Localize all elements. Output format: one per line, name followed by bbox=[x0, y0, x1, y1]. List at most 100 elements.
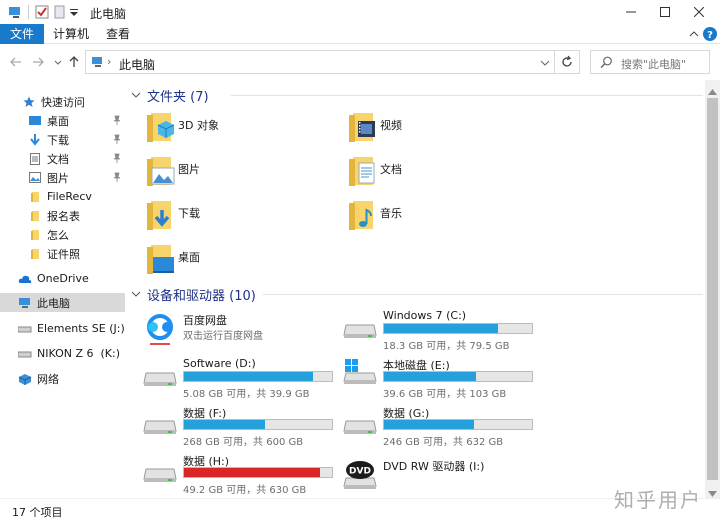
divider bbox=[263, 294, 703, 295]
folder-name: 桌面 bbox=[178, 251, 200, 264]
up-button[interactable] bbox=[66, 54, 82, 70]
sidebar-item-quick-access[interactable]: 快速访问 bbox=[0, 92, 125, 111]
sidebar-item-desktop[interactable]: 桌面 bbox=[0, 111, 125, 130]
folder-item-videos[interactable]: 视频 bbox=[347, 111, 547, 151]
breadcrumb[interactable]: 此电脑 bbox=[119, 56, 155, 73]
drive-item-e[interactable]: 本地磁盘 (E:) 39.6 GB 可用，共 103 GB bbox=[343, 357, 543, 401]
drive-item-c[interactable]: Windows 7 (C:) 18.3 GB 可用，共 79.5 GB bbox=[343, 309, 543, 353]
folder-item-downloads[interactable]: 下载 bbox=[145, 199, 345, 239]
drive-name: DVD RW 驱动器 (I:) bbox=[383, 460, 485, 473]
downloads-folder-icon bbox=[147, 201, 171, 230]
sidebar-label: Elements SE (J:) bbox=[37, 322, 125, 335]
sidebar-item-pictures[interactable]: 图片 bbox=[0, 168, 125, 187]
sidebar-label: 快速访问 bbox=[41, 95, 85, 109]
folder-item-3d-objects[interactable]: 3D 对象 bbox=[145, 111, 345, 151]
recent-locations-button[interactable] bbox=[50, 54, 66, 70]
pin-icon[interactable] bbox=[113, 153, 121, 166]
sidebar-item-downloads[interactable]: 下载 bbox=[0, 130, 125, 149]
devices-group-header[interactable]: 设备和驱动器 (10) bbox=[131, 285, 703, 304]
sidebar-item-zhengjianzhao[interactable]: 证件照 bbox=[0, 244, 125, 263]
folder-item-desktop[interactable]: 桌面 bbox=[145, 243, 345, 283]
sidebar-label: 文档 bbox=[47, 152, 69, 166]
vertical-scrollbar[interactable] bbox=[705, 80, 720, 498]
drive-item-dvd[interactable]: DVD DVD RW 驱动器 (I:) bbox=[343, 458, 543, 498]
usage-fill bbox=[184, 420, 266, 429]
content-pane: 文件夹 (7) 3D 对象 视频 图片 文档 下载 音乐 桌面 设备和驱动器 (… bbox=[125, 80, 705, 498]
app-item-baidu-netdisk[interactable]: 百度网盘 双击运行百度网盘 bbox=[143, 312, 343, 356]
folder-item-pictures[interactable]: 图片 bbox=[145, 155, 345, 195]
drive-item-g[interactable]: 数据 (G:) 246 GB 可用，共 632 GB bbox=[343, 405, 543, 449]
expand-ribbon-icon[interactable] bbox=[688, 28, 700, 43]
maximize-button[interactable] bbox=[648, 0, 682, 24]
sidebar-item-onedrive[interactable]: OneDrive bbox=[0, 269, 125, 288]
customize-dropdown-icon[interactable] bbox=[68, 4, 80, 20]
navigation-pane: 快速访问 桌面 下载 文档 图片 FileRecv 报名表 怎么 证件照 One… bbox=[0, 80, 125, 498]
status-bar: 17 个项目 bbox=[0, 498, 720, 520]
help-icon[interactable]: ? bbox=[703, 27, 717, 44]
close-button[interactable] bbox=[682, 0, 716, 24]
sidebar-item-zenme[interactable]: 怎么 bbox=[0, 225, 125, 244]
folder-name: 文档 bbox=[380, 163, 402, 176]
tab-computer[interactable]: 计算机 bbox=[46, 24, 96, 44]
watermark-text: 知乎用户 bbox=[614, 488, 702, 512]
music-folder-icon bbox=[349, 201, 373, 230]
folder-name: 视频 bbox=[380, 119, 402, 132]
sidebar-item-this-pc[interactable]: 此电脑 bbox=[0, 293, 125, 312]
baidu-netdisk-icon bbox=[147, 314, 173, 345]
breadcrumb-separator-icon[interactable]: › bbox=[107, 55, 111, 68]
free-space-text: 268 GB 可用，共 600 GB bbox=[183, 437, 304, 448]
sidebar-item-network[interactable]: 网络 bbox=[0, 369, 125, 388]
minimize-button[interactable] bbox=[614, 0, 648, 24]
document-icon bbox=[28, 152, 42, 166]
usage-fill bbox=[184, 372, 313, 381]
cloud-icon bbox=[18, 272, 32, 286]
tab-file[interactable]: 文件 bbox=[0, 24, 44, 44]
hard-drive-icon bbox=[143, 372, 177, 386]
back-button[interactable] bbox=[8, 54, 24, 70]
search-input[interactable]: 搜索"此电脑" bbox=[590, 50, 710, 74]
folder-name: 图片 bbox=[178, 163, 200, 176]
collapse-chevron-icon[interactable] bbox=[131, 88, 141, 103]
address-dropdown-icon[interactable] bbox=[540, 57, 550, 71]
title-bar: 此电脑 bbox=[0, 0, 720, 24]
usb-drive-icon bbox=[18, 322, 32, 336]
new-folder-icon[interactable] bbox=[52, 4, 68, 20]
sidebar-item-baomingbiao[interactable]: 报名表 bbox=[0, 206, 125, 225]
hard-drive-icon bbox=[343, 324, 377, 338]
refresh-button[interactable] bbox=[555, 50, 580, 74]
free-space-text: 39.6 GB 可用，共 103 GB bbox=[383, 389, 507, 400]
pin-icon[interactable] bbox=[113, 172, 121, 185]
dvd-drive-icon: DVD bbox=[343, 461, 377, 489]
hard-drive-icon bbox=[343, 420, 377, 434]
collapse-chevron-icon[interactable] bbox=[131, 287, 141, 302]
sidebar-label: 图片 bbox=[47, 171, 69, 185]
folder-item-documents[interactable]: 文档 bbox=[347, 155, 547, 195]
drive-name: Software (D:) bbox=[183, 357, 256, 370]
windows-drive-icon bbox=[343, 359, 377, 384]
folder-item-music[interactable]: 音乐 bbox=[347, 199, 547, 239]
drive-item-d[interactable]: Software (D:) 5.08 GB 可用，共 39.9 GB bbox=[143, 357, 343, 401]
sidebar-item-elements-drive[interactable]: Elements SE (J:) bbox=[0, 319, 125, 338]
item-count: 17 个项目 bbox=[12, 506, 63, 519]
search-icon bbox=[600, 56, 613, 72]
drive-name: Windows 7 (C:) bbox=[383, 309, 467, 322]
scrollbar-thumb[interactable] bbox=[707, 98, 718, 480]
sidebar-item-nikon-drive[interactable]: NIKON Z 6 (K:) bbox=[0, 344, 125, 363]
tab-view[interactable]: 查看 bbox=[100, 24, 136, 44]
usage-bar bbox=[383, 419, 533, 430]
free-space-text: 5.08 GB 可用，共 39.9 GB bbox=[183, 389, 310, 400]
scroll-up-icon[interactable] bbox=[708, 84, 717, 98]
drive-item-f[interactable]: 数据 (F:) 268 GB 可用，共 600 GB bbox=[143, 405, 343, 449]
this-pc-small-icon[interactable] bbox=[8, 4, 24, 20]
properties-icon[interactable] bbox=[34, 4, 50, 20]
sidebar-item-documents[interactable]: 文档 bbox=[0, 149, 125, 168]
drive-item-h[interactable]: 数据 (H:) 49.2 GB 可用，共 630 GB bbox=[143, 453, 343, 497]
sidebar-item-filerecv[interactable]: FileRecv bbox=[0, 187, 125, 206]
forward-button[interactable] bbox=[30, 54, 46, 70]
folders-group-header[interactable]: 文件夹 (7) bbox=[131, 86, 703, 105]
pin-icon[interactable] bbox=[113, 134, 121, 147]
address-bar[interactable]: › 此电脑 bbox=[85, 50, 555, 74]
usage-bar bbox=[183, 419, 333, 430]
pin-icon[interactable] bbox=[113, 115, 121, 128]
ribbon-tabs: 文件 计算机 查看 ? bbox=[0, 24, 720, 44]
